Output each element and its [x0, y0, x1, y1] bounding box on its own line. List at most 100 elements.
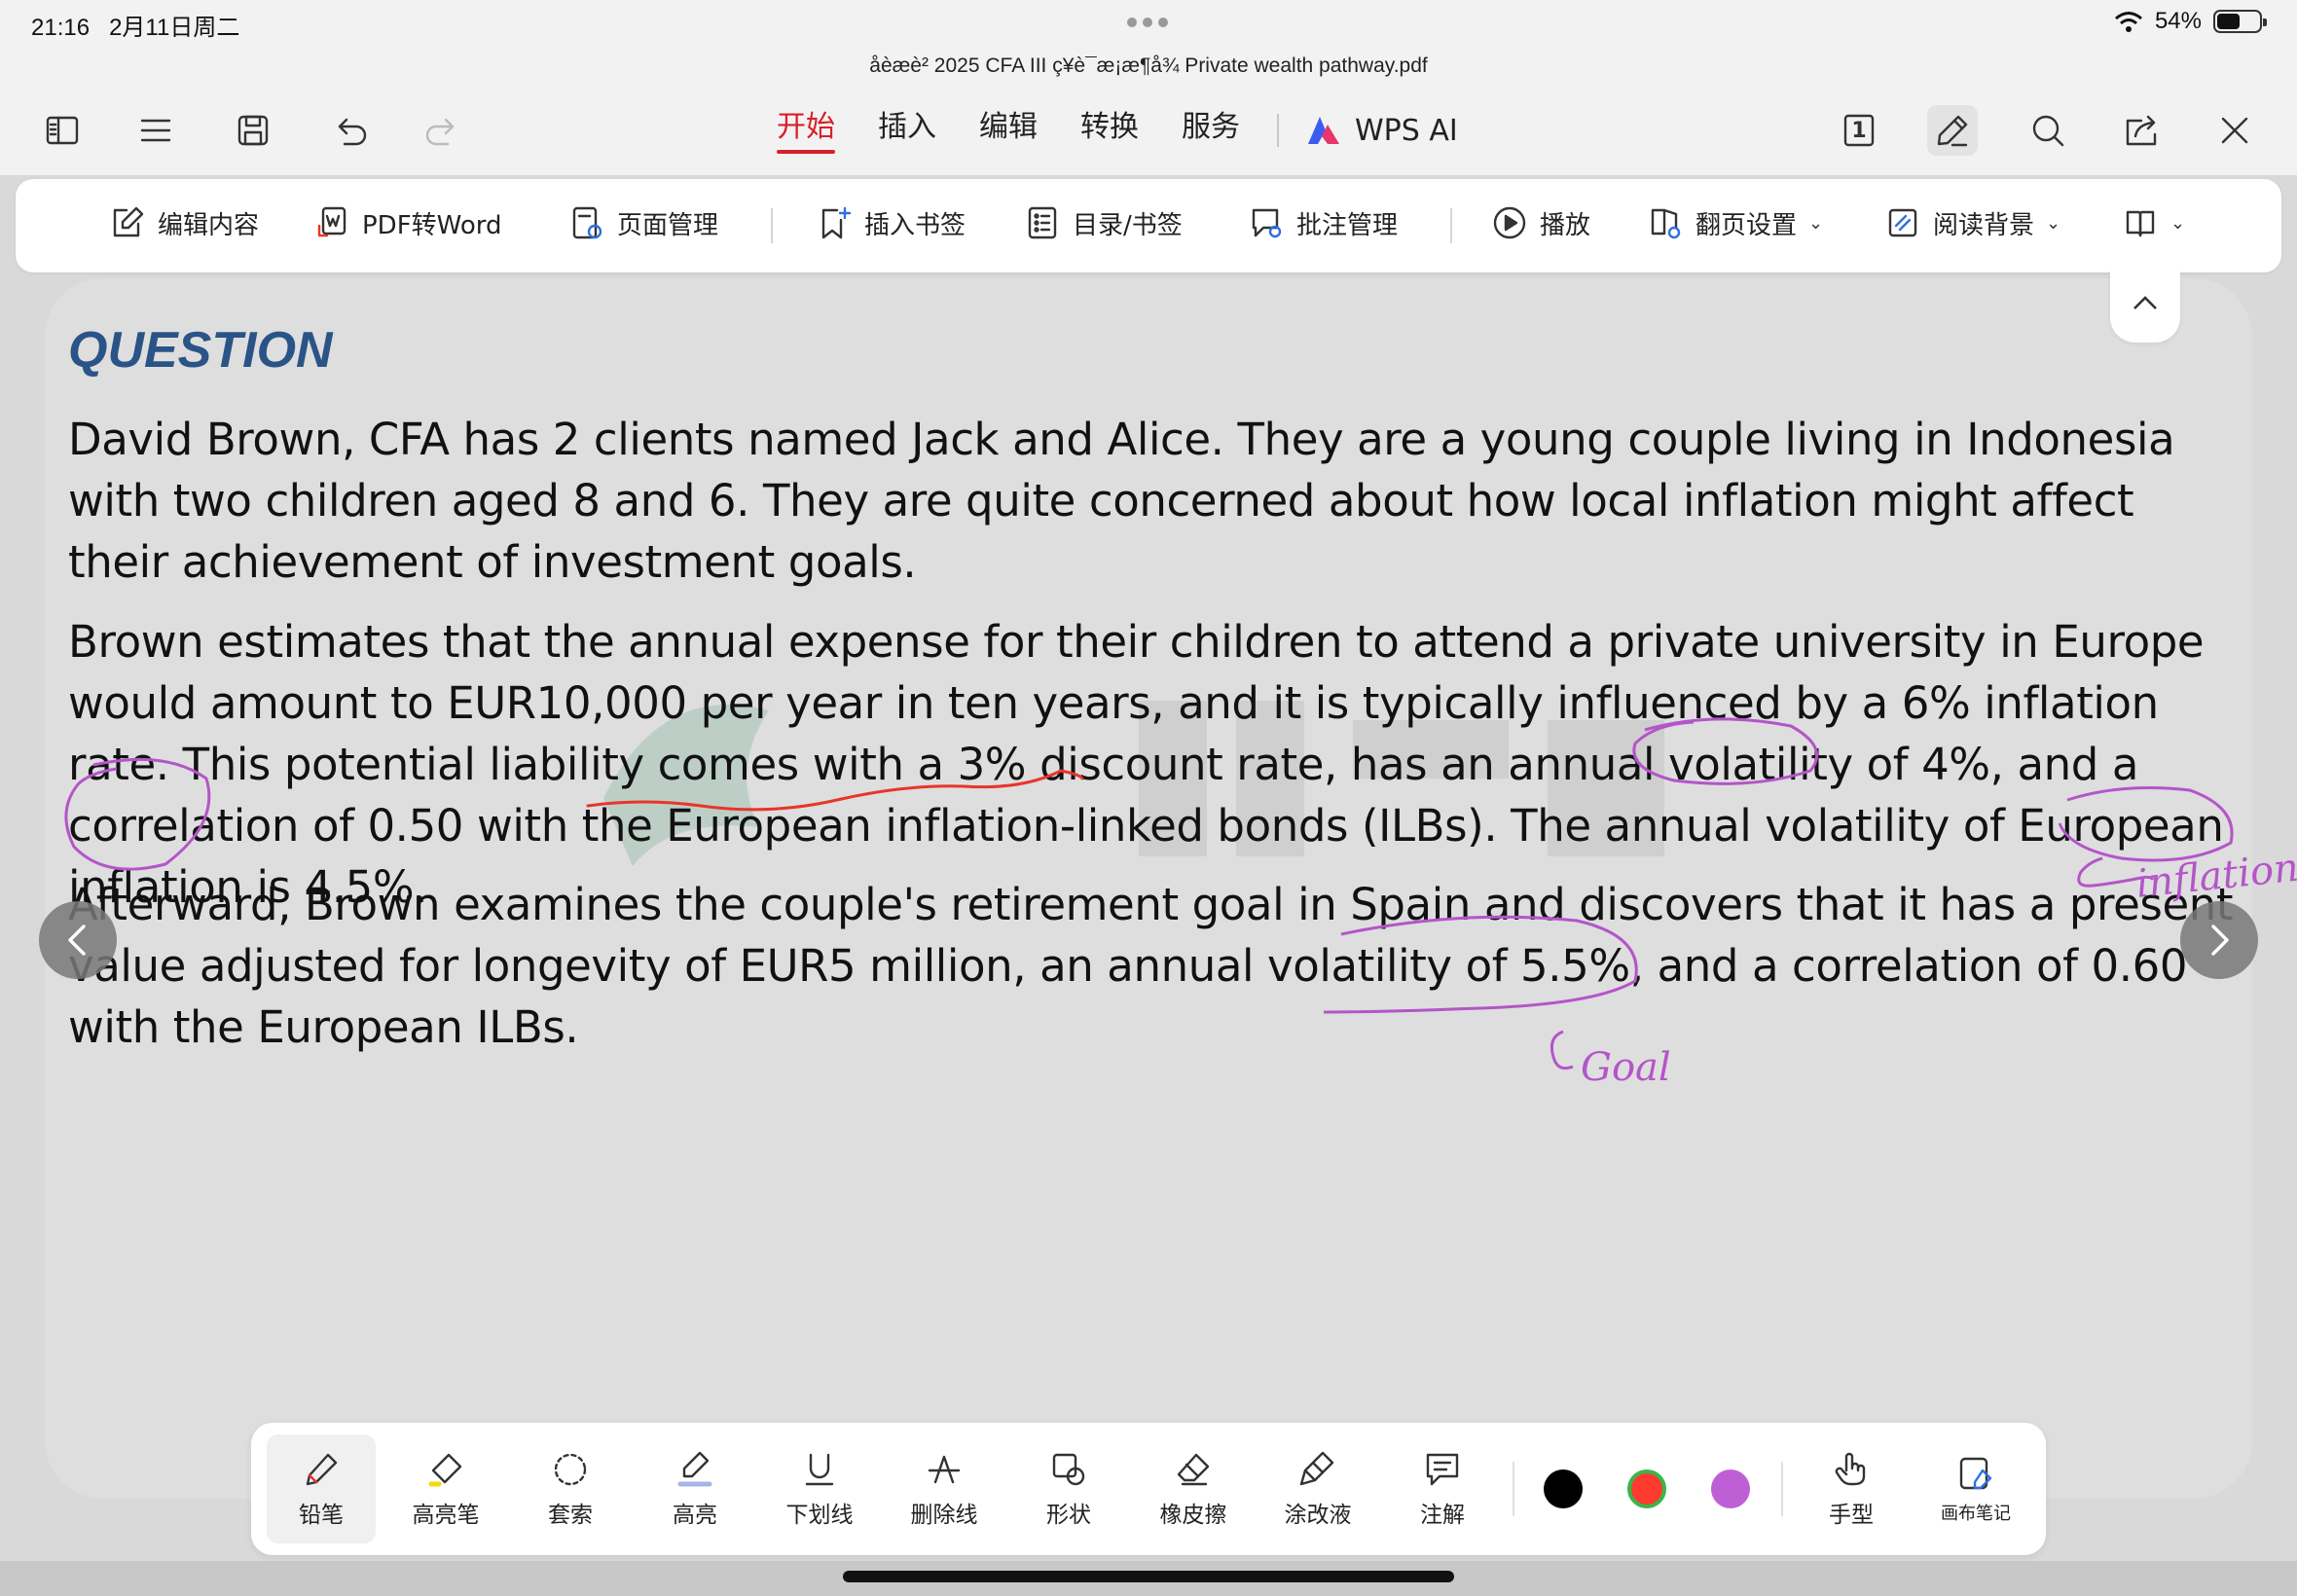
- tool-strikethrough-label: 删除线: [910, 1503, 978, 1528]
- multitask-dots-icon[interactable]: [1127, 18, 1170, 27]
- bookmark-add-icon: [821, 206, 852, 239]
- undo-icon[interactable]: [325, 105, 376, 156]
- tool-lasso[interactable]: 套索: [516, 1434, 625, 1543]
- annotation-manage-label: 批注管理: [1296, 210, 1399, 240]
- paragraph-3: Afterward, Brown examines the couple's r…: [68, 879, 2234, 1053]
- question-heading: QUESTION: [68, 322, 333, 379]
- tool-pencil-label: 铅笔: [299, 1503, 344, 1528]
- home-indicator[interactable]: [843, 1571, 1454, 1582]
- battery-icon: [2213, 10, 2267, 33]
- status-bar: 21:16 2月11日周二 54%: [0, 0, 2297, 47]
- tab-edit[interactable]: 编辑: [958, 107, 1059, 154]
- page-count-button[interactable]: 1: [1834, 105, 1884, 156]
- wifi-icon: [2114, 12, 2142, 32]
- tool-correction-label: 涂改液: [1284, 1503, 1352, 1528]
- next-page-button[interactable]: [2180, 901, 2258, 979]
- previous-page-button[interactable]: [39, 901, 117, 979]
- status-time: 21:16 2月11日周二: [31, 8, 239, 42]
- chevron-up-icon: [2133, 296, 2157, 309]
- tool-correction[interactable]: 涂改液: [1263, 1434, 1372, 1543]
- page-manage-label: 页面管理: [617, 210, 719, 240]
- document-title: åèæè² 2025 CFA III ç¥è¯æ¡æ¶å¾ Private we…: [869, 54, 1428, 77]
- insert-bookmark-button[interactable]: 插入书签: [816, 204, 966, 241]
- note-icon: [1426, 1453, 1459, 1486]
- pen-toolbar: 铅笔 高亮笔 套索 高亮 下划线 删除线 形状 橡皮擦 涂改液 注解 手型 画布…: [251, 1423, 2046, 1555]
- tool-pencil[interactable]: 铅笔: [267, 1434, 376, 1543]
- edit-content-label: 编辑内容: [158, 210, 260, 240]
- pdf-to-word-button[interactable]: PDF转Word: [313, 204, 501, 241]
- annotation-manage-button[interactable]: 批注管理: [1248, 204, 1398, 241]
- chevron-right-icon: [2211, 925, 2229, 956]
- edit-content-button[interactable]: 编辑内容: [109, 204, 259, 241]
- play-button[interactable]: 播放: [1491, 204, 1590, 241]
- pdf-to-word-label: PDF转Word: [362, 210, 502, 240]
- search-icon[interactable]: [2023, 105, 2073, 156]
- edit-document-icon: [113, 206, 144, 237]
- page-turn-settings-button[interactable]: 翻页设置 ⌄: [1647, 204, 1823, 241]
- reading-background-icon: [1888, 208, 1917, 237]
- tab-service[interactable]: 服务: [1160, 107, 1261, 154]
- tool-eraser[interactable]: 橡皮擦: [1139, 1434, 1248, 1543]
- tool-highlight[interactable]: 高亮: [640, 1434, 749, 1543]
- paragraph-2: Brown estimates that the annual expense …: [68, 616, 2224, 913]
- main-toolbar: 开始 插入 编辑 转换 服务 WPS AI 1: [0, 86, 2297, 175]
- tool-hand[interactable]: 手型: [1797, 1434, 1906, 1543]
- tool-underline[interactable]: 下划线: [765, 1434, 874, 1543]
- tool-highlight-label: 高亮: [673, 1503, 717, 1528]
- sidebar-toggle-icon[interactable]: [37, 105, 88, 156]
- share-icon[interactable]: [2116, 105, 2167, 156]
- insert-bookmark-label: 插入书签: [864, 210, 966, 240]
- reading-background-button[interactable]: 阅读背景 ⌄: [1884, 204, 2060, 241]
- paragraph-1: David Brown, CFA has 2 clients named Jac…: [68, 414, 2175, 588]
- tab-convert[interactable]: 转换: [1059, 107, 1160, 154]
- wps-ai-button[interactable]: WPS AI: [1294, 114, 1468, 148]
- reading-background-label: 阅读背景: [1933, 210, 2035, 240]
- tab-start[interactable]: 开始: [755, 107, 857, 154]
- ribbon-divider: [1450, 208, 1452, 243]
- color-red[interactable]: [1627, 1469, 1666, 1508]
- page-turn-settings-label: 翻页设置: [1695, 210, 1798, 240]
- wps-ai-label: WPS AI: [1355, 113, 1458, 148]
- save-icon[interactable]: [228, 105, 278, 156]
- chevron-left-icon: [68, 925, 86, 956]
- color-purple[interactable]: [1711, 1469, 1750, 1508]
- color-black[interactable]: [1544, 1469, 1583, 1508]
- menu-divider: [1277, 114, 1279, 147]
- close-icon[interactable]: [2209, 105, 2260, 156]
- collapse-toolbar-button[interactable]: [2110, 265, 2180, 343]
- book-icon: [2126, 210, 2155, 237]
- tool-lasso-label: 套索: [548, 1503, 593, 1528]
- tool-canvas-note[interactable]: 画布笔记: [1921, 1434, 2030, 1543]
- highlight-icon: [677, 1451, 712, 1487]
- underline-icon: [805, 1453, 834, 1486]
- annotate-pen-icon[interactable]: [1927, 105, 1978, 156]
- tool-note-label: 注解: [1420, 1503, 1465, 1528]
- ribbon-toolbar: 编辑内容 PDF转Word 页面管理 插入书签 目录/书签 批注管理 播放 翻页…: [16, 179, 2281, 272]
- chevron-down-icon: ⌄: [2170, 212, 2186, 234]
- battery-fill: [2217, 14, 2240, 29]
- redo-icon[interactable]: [417, 105, 467, 156]
- tool-canvas-note-label: 画布笔记: [1941, 1504, 2011, 1524]
- pen-toolbar-divider: [1781, 1462, 1783, 1516]
- tool-note[interactable]: 注解: [1388, 1434, 1497, 1543]
- canvas-note-icon: [1959, 1457, 1992, 1490]
- time-text: 21:16: [31, 15, 91, 41]
- tool-shape[interactable]: 形状: [1014, 1434, 1123, 1543]
- toc-bookmark-button[interactable]: 目录/书签: [1024, 204, 1183, 241]
- chevron-down-icon: ⌄: [2046, 212, 2061, 234]
- tool-highlighter-label: 高亮笔: [412, 1503, 480, 1528]
- menu-icon[interactable]: [130, 105, 181, 156]
- annotation-manage-icon: [1252, 208, 1282, 238]
- pen-toolbar-divider: [1513, 1462, 1514, 1516]
- reading-mode-button[interactable]: ⌄: [2122, 204, 2185, 241]
- play-label: 播放: [1540, 210, 1591, 240]
- pencil-icon: [306, 1453, 338, 1486]
- play-icon: [1493, 206, 1526, 239]
- lasso-icon: [554, 1453, 587, 1486]
- tool-strikethrough[interactable]: 删除线: [890, 1434, 999, 1543]
- tab-insert[interactable]: 插入: [857, 107, 958, 154]
- tool-highlighter[interactable]: 高亮笔: [391, 1434, 500, 1543]
- page-manage-button[interactable]: 页面管理: [568, 204, 718, 241]
- battery-text: 54%: [2154, 8, 2202, 34]
- status-right: 54%: [2114, 8, 2267, 35]
